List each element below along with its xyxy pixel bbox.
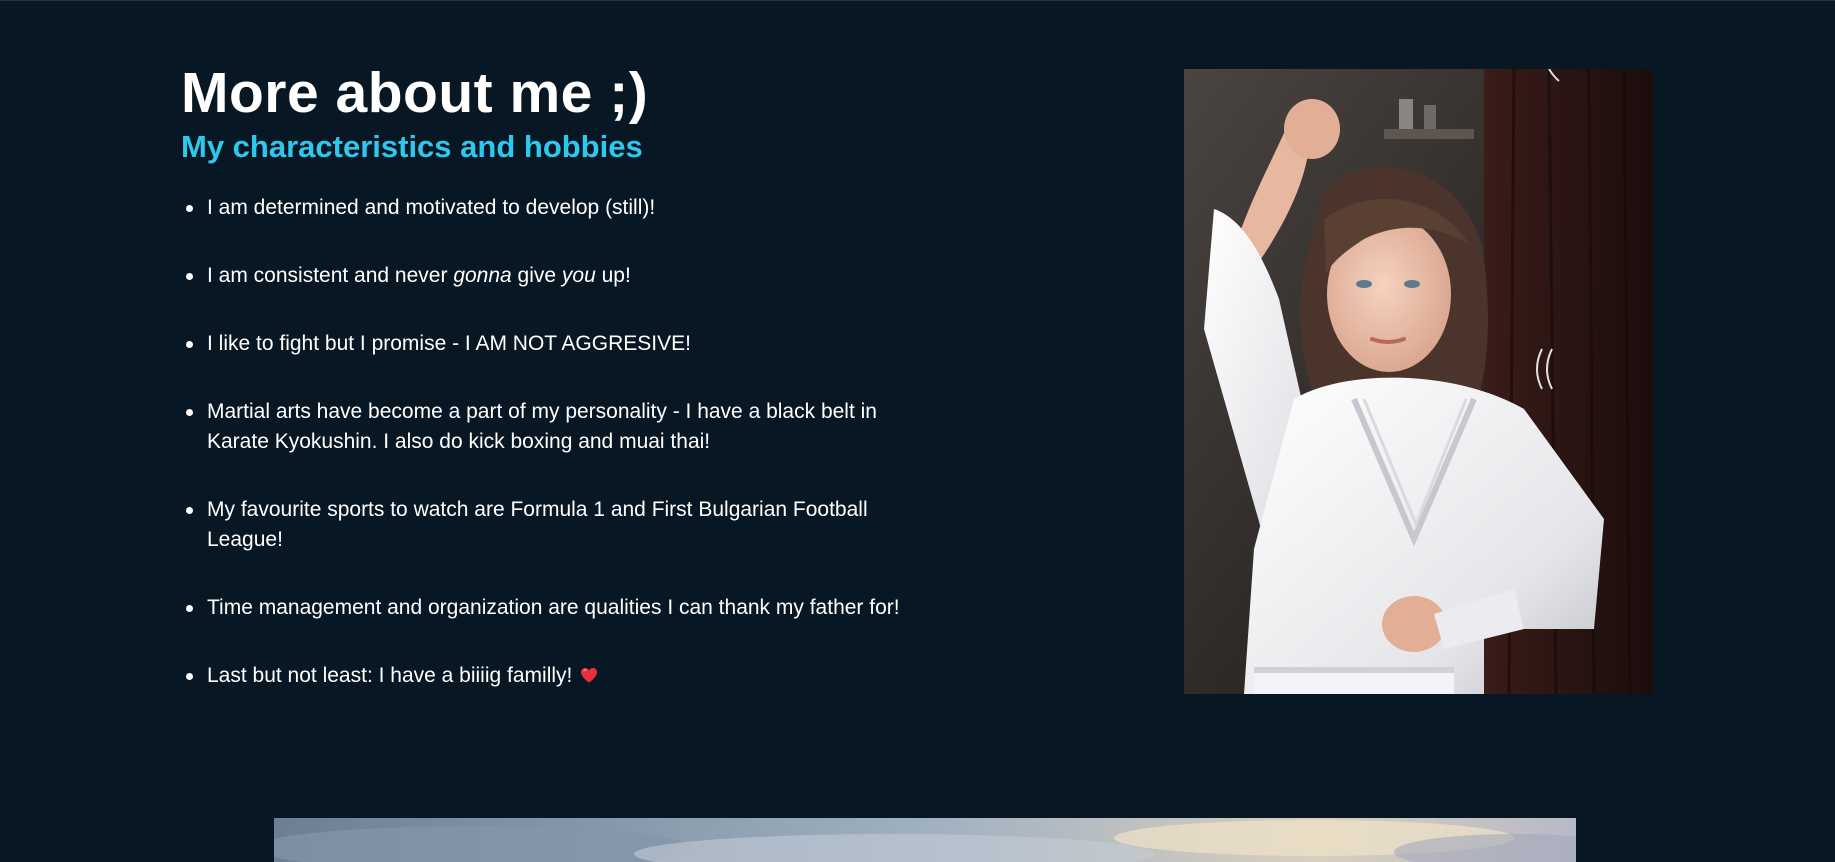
list-item: Martial arts have become a part of my pe… [181,397,917,457]
item-emphasis: gonna [453,264,512,287]
item-text: Time management and organization are qua… [207,596,900,619]
about-section: More about me ;) My characteristics and … [0,0,1835,862]
bullet-icon [186,673,193,680]
bullet-icon [186,341,193,348]
bullet-icon [186,273,193,280]
item-text: I am consistent and never [207,264,454,287]
heart-icon [580,662,598,683]
bullet-icon [186,605,193,612]
list-item: I am determined and motivated to develop… [181,193,917,223]
list-item: I am consistent and never gonna give you… [181,261,917,291]
about-text-column: More about me ;) My characteristics and … [181,59,921,729]
item-text: I am determined and motivated to develop… [207,196,656,219]
item-text: Martial arts have become a part of my pe… [207,400,877,453]
item-text: up! [595,264,631,287]
page-title: More about me ;) [181,61,649,125]
bullet-icon [186,507,193,514]
hobby-list: I am determined and motivated to develop… [181,193,921,691]
page-subtitle: My characteristics and hobbies [181,129,643,164]
bullet-icon [186,205,193,212]
list-item: My favourite sports to watch are Formula… [181,495,917,555]
item-text: My favourite sports to watch are Formula… [207,498,868,551]
bullet-icon [186,409,193,416]
item-text: Last but not least: I have a biiiig fami… [207,664,573,687]
list-item: Time management and organization are qua… [181,593,917,623]
list-item: Last but not least: I have a biiiig fami… [181,661,917,691]
item-text: give [511,264,562,287]
item-emphasis: you [561,264,596,287]
list-item: I like to fight but I promise - I AM NOT… [181,329,917,359]
item-text: I like to fight but I promise - I AM NOT… [207,332,691,355]
landscape-banner-image [274,818,1576,862]
profile-photo [1184,69,1653,694]
